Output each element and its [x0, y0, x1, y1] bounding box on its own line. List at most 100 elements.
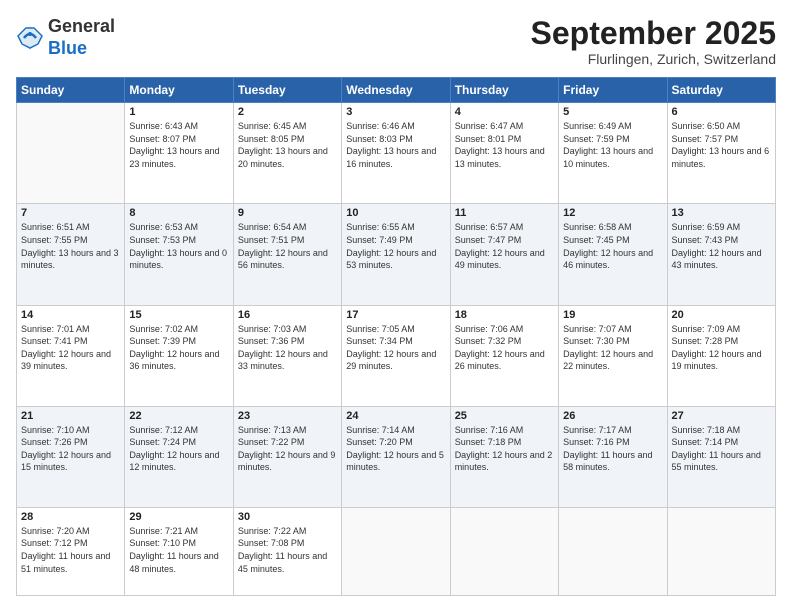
sunset-text: Sunset: 8:03 PM — [346, 134, 413, 144]
calendar-cell: 6 Sunrise: 6:50 AM Sunset: 7:57 PM Dayli… — [667, 103, 775, 204]
day-number: 20 — [672, 309, 771, 321]
calendar-cell: 22 Sunrise: 7:12 AM Sunset: 7:24 PM Dayl… — [125, 406, 233, 507]
sunrise-text: Sunrise: 7:01 AM — [21, 324, 90, 334]
page: General Blue September 2025 Flurlingen, … — [0, 0, 792, 612]
sunset-text: Sunset: 7:32 PM — [455, 336, 522, 346]
day-number: 11 — [455, 207, 554, 219]
day-info: Sunrise: 7:16 AM Sunset: 7:18 PM Dayligh… — [455, 424, 554, 474]
day-number: 18 — [455, 309, 554, 321]
daylight-text: Daylight: 11 hours and 55 minutes. — [672, 450, 761, 473]
calendar-week-row-3: 14 Sunrise: 7:01 AM Sunset: 7:41 PM Dayl… — [17, 305, 776, 406]
sunset-text: Sunset: 7:22 PM — [238, 437, 305, 447]
sunrise-text: Sunrise: 7:17 AM — [563, 425, 632, 435]
calendar-cell — [559, 507, 667, 595]
day-info: Sunrise: 7:18 AM Sunset: 7:14 PM Dayligh… — [672, 424, 771, 474]
day-info: Sunrise: 6:51 AM Sunset: 7:55 PM Dayligh… — [21, 221, 120, 271]
col-sunday: Sunday — [17, 78, 125, 103]
sunrise-text: Sunrise: 7:02 AM — [129, 324, 198, 334]
day-number: 28 — [21, 511, 120, 523]
daylight-text: Daylight: 12 hours and 26 minutes. — [455, 349, 545, 372]
day-number: 29 — [129, 511, 228, 523]
sunset-text: Sunset: 7:51 PM — [238, 235, 305, 245]
day-info: Sunrise: 6:54 AM Sunset: 7:51 PM Dayligh… — [238, 221, 337, 271]
calendar-cell: 20 Sunrise: 7:09 AM Sunset: 7:28 PM Dayl… — [667, 305, 775, 406]
daylight-text: Daylight: 13 hours and 6 minutes. — [672, 146, 770, 169]
day-number: 8 — [129, 207, 228, 219]
sunset-text: Sunset: 7:43 PM — [672, 235, 739, 245]
col-wednesday: Wednesday — [342, 78, 450, 103]
sunrise-text: Sunrise: 6:50 AM — [672, 121, 741, 131]
day-info: Sunrise: 6:43 AM Sunset: 8:07 PM Dayligh… — [129, 120, 228, 170]
logo-text: General Blue — [48, 16, 115, 59]
daylight-text: Daylight: 11 hours and 48 minutes. — [129, 551, 218, 574]
daylight-text: Daylight: 11 hours and 51 minutes. — [21, 551, 110, 574]
title-block: September 2025 Flurlingen, Zurich, Switz… — [531, 16, 776, 67]
calendar-week-row-5: 28 Sunrise: 7:20 AM Sunset: 7:12 PM Dayl… — [17, 507, 776, 595]
calendar-week-row-1: 1 Sunrise: 6:43 AM Sunset: 8:07 PM Dayli… — [17, 103, 776, 204]
day-number: 25 — [455, 410, 554, 422]
daylight-text: Daylight: 12 hours and 43 minutes. — [672, 248, 762, 271]
calendar-header-row: Sunday Monday Tuesday Wednesday Thursday… — [17, 78, 776, 103]
day-info: Sunrise: 6:46 AM Sunset: 8:03 PM Dayligh… — [346, 120, 445, 170]
sunrise-text: Sunrise: 6:53 AM — [129, 222, 198, 232]
calendar-cell: 24 Sunrise: 7:14 AM Sunset: 7:20 PM Dayl… — [342, 406, 450, 507]
daylight-text: Daylight: 12 hours and 49 minutes. — [455, 248, 545, 271]
day-info: Sunrise: 7:13 AM Sunset: 7:22 PM Dayligh… — [238, 424, 337, 474]
sunrise-text: Sunrise: 7:09 AM — [672, 324, 741, 334]
daylight-text: Daylight: 12 hours and 5 minutes. — [346, 450, 444, 473]
sunrise-text: Sunrise: 7:16 AM — [455, 425, 524, 435]
day-number: 15 — [129, 309, 228, 321]
calendar-cell: 14 Sunrise: 7:01 AM Sunset: 7:41 PM Dayl… — [17, 305, 125, 406]
sunrise-text: Sunrise: 6:46 AM — [346, 121, 415, 131]
sunset-text: Sunset: 7:49 PM — [346, 235, 413, 245]
day-info: Sunrise: 6:58 AM Sunset: 7:45 PM Dayligh… — [563, 221, 662, 271]
logo: General Blue — [16, 16, 115, 59]
day-number: 21 — [21, 410, 120, 422]
calendar-cell: 17 Sunrise: 7:05 AM Sunset: 7:34 PM Dayl… — [342, 305, 450, 406]
day-info: Sunrise: 6:50 AM Sunset: 7:57 PM Dayligh… — [672, 120, 771, 170]
logo-general: General — [48, 16, 115, 36]
daylight-text: Daylight: 13 hours and 23 minutes. — [129, 146, 219, 169]
daylight-text: Daylight: 13 hours and 3 minutes. — [21, 248, 119, 271]
calendar-cell — [667, 507, 775, 595]
day-info: Sunrise: 7:12 AM Sunset: 7:24 PM Dayligh… — [129, 424, 228, 474]
sunset-text: Sunset: 7:53 PM — [129, 235, 196, 245]
calendar-cell — [342, 507, 450, 595]
col-friday: Friday — [559, 78, 667, 103]
daylight-text: Daylight: 12 hours and 19 minutes. — [672, 349, 762, 372]
sunset-text: Sunset: 7:24 PM — [129, 437, 196, 447]
sunrise-text: Sunrise: 7:10 AM — [21, 425, 90, 435]
calendar-cell: 19 Sunrise: 7:07 AM Sunset: 7:30 PM Dayl… — [559, 305, 667, 406]
daylight-text: Daylight: 12 hours and 15 minutes. — [21, 450, 111, 473]
sunset-text: Sunset: 7:39 PM — [129, 336, 196, 346]
daylight-text: Daylight: 12 hours and 12 minutes. — [129, 450, 219, 473]
daylight-text: Daylight: 12 hours and 56 minutes. — [238, 248, 328, 271]
daylight-text: Daylight: 13 hours and 10 minutes. — [563, 146, 653, 169]
day-number: 5 — [563, 106, 662, 118]
sunset-text: Sunset: 7:55 PM — [21, 235, 88, 245]
calendar-cell: 18 Sunrise: 7:06 AM Sunset: 7:32 PM Dayl… — [450, 305, 558, 406]
daylight-text: Daylight: 12 hours and 33 minutes. — [238, 349, 328, 372]
col-tuesday: Tuesday — [233, 78, 341, 103]
calendar-cell: 3 Sunrise: 6:46 AM Sunset: 8:03 PM Dayli… — [342, 103, 450, 204]
calendar-cell: 2 Sunrise: 6:45 AM Sunset: 8:05 PM Dayli… — [233, 103, 341, 204]
day-number: 7 — [21, 207, 120, 219]
day-number: 4 — [455, 106, 554, 118]
day-number: 14 — [21, 309, 120, 321]
day-number: 6 — [672, 106, 771, 118]
sunrise-text: Sunrise: 7:18 AM — [672, 425, 741, 435]
calendar-cell: 12 Sunrise: 6:58 AM Sunset: 7:45 PM Dayl… — [559, 204, 667, 305]
calendar-cell: 30 Sunrise: 7:22 AM Sunset: 7:08 PM Dayl… — [233, 507, 341, 595]
sunrise-text: Sunrise: 7:06 AM — [455, 324, 524, 334]
calendar-cell: 16 Sunrise: 7:03 AM Sunset: 7:36 PM Dayl… — [233, 305, 341, 406]
daylight-text: Daylight: 12 hours and 53 minutes. — [346, 248, 436, 271]
calendar-cell: 26 Sunrise: 7:17 AM Sunset: 7:16 PM Dayl… — [559, 406, 667, 507]
calendar-cell: 4 Sunrise: 6:47 AM Sunset: 8:01 PM Dayli… — [450, 103, 558, 204]
sunset-text: Sunset: 7:47 PM — [455, 235, 522, 245]
calendar-week-row-2: 7 Sunrise: 6:51 AM Sunset: 7:55 PM Dayli… — [17, 204, 776, 305]
day-number: 10 — [346, 207, 445, 219]
calendar-cell: 8 Sunrise: 6:53 AM Sunset: 7:53 PM Dayli… — [125, 204, 233, 305]
sunset-text: Sunset: 7:16 PM — [563, 437, 630, 447]
calendar-cell: 5 Sunrise: 6:49 AM Sunset: 7:59 PM Dayli… — [559, 103, 667, 204]
sunset-text: Sunset: 7:36 PM — [238, 336, 305, 346]
